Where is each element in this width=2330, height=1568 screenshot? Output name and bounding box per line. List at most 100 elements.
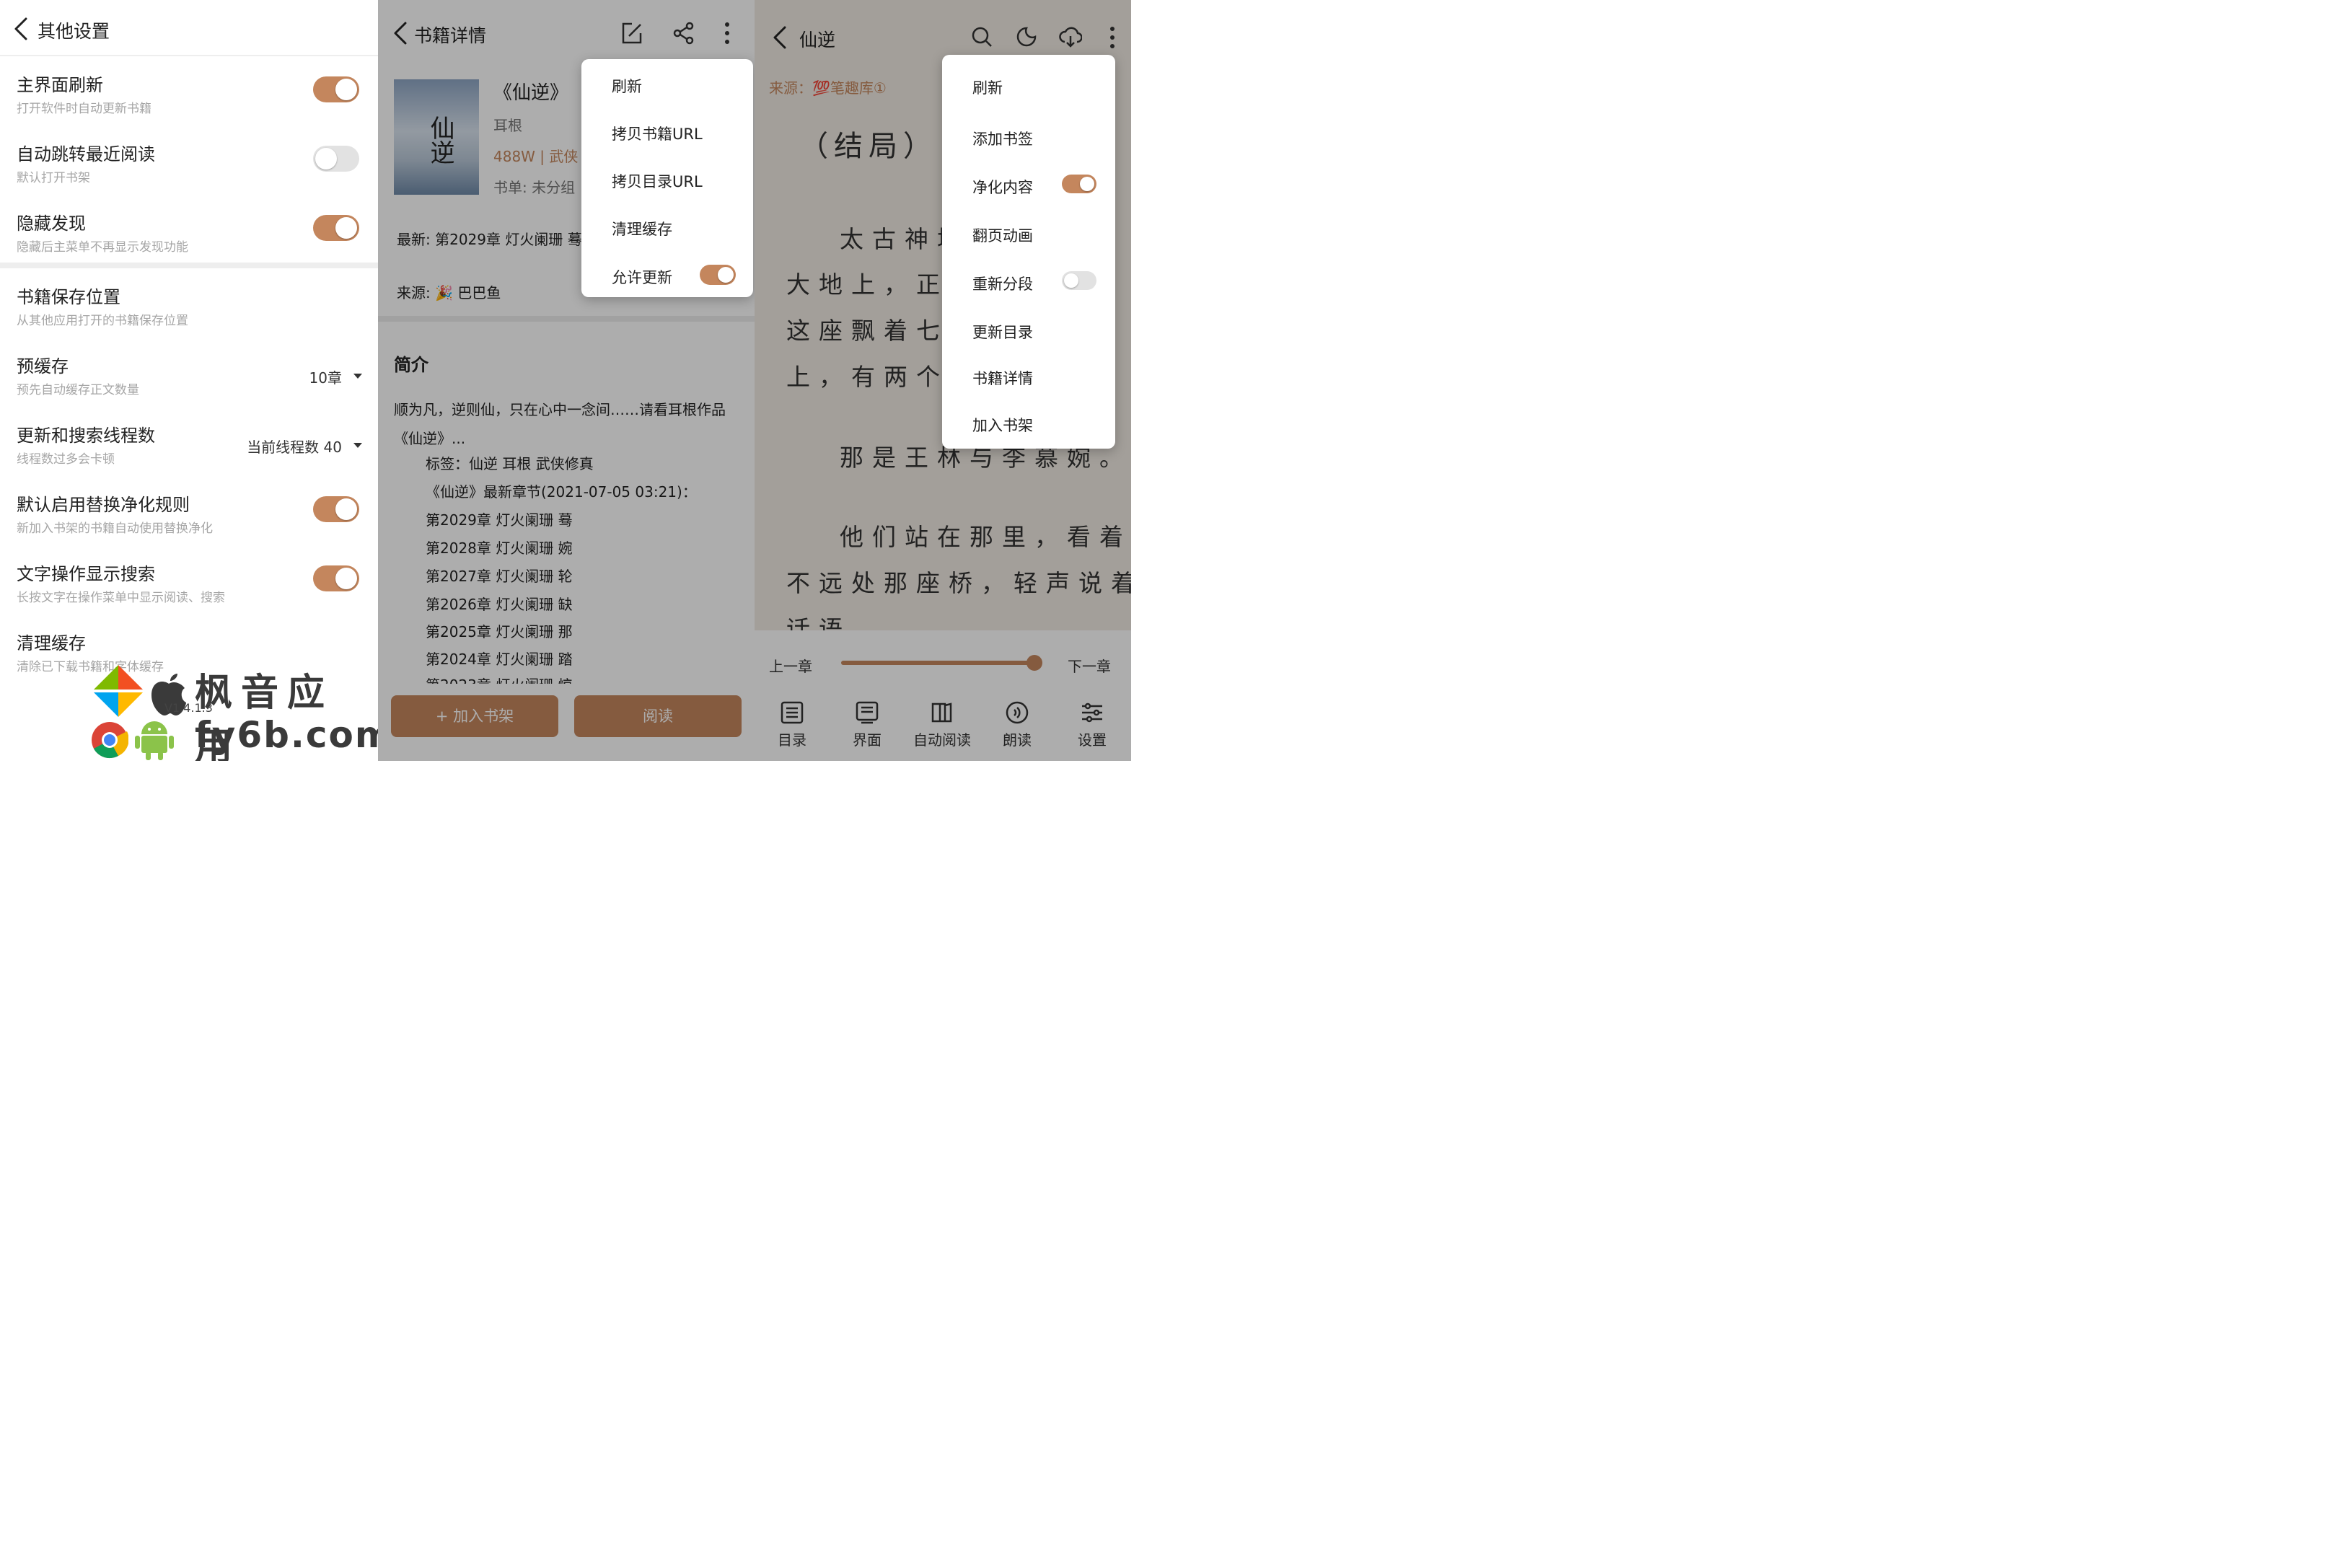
menu-item-page-animation[interactable]: 翻页动画 xyxy=(972,224,1033,246)
tab-label: 界面 xyxy=(853,731,882,749)
menu-item-resegment[interactable]: 重新分段 xyxy=(972,273,1033,294)
menu-item-refresh[interactable]: 刷新 xyxy=(972,76,1003,98)
book-menu: 刷新 拷贝书籍URL 拷贝目录URL 清理缓存 允许更新 xyxy=(581,59,753,297)
slider-handle[interactable] xyxy=(1026,655,1042,671)
tab-label: 设置 xyxy=(1078,731,1107,749)
setting-subtitle: 长按文字在操作菜单中显示阅读、搜索 xyxy=(17,591,225,605)
book-title: 仙逆 xyxy=(799,30,836,50)
book-author[interactable]: 耳根 xyxy=(493,114,522,135)
intro-line: 《仙逆》最新章节(2021-07-05 03:21)： xyxy=(426,483,697,501)
setting-title: 书籍保存位置 xyxy=(17,287,120,307)
back-arrow-icon[interactable] xyxy=(13,17,29,40)
menu-item-book-detail[interactable]: 书籍详情 xyxy=(972,367,1033,389)
more-vert-icon[interactable] xyxy=(1108,26,1117,49)
chrome-logo-icon xyxy=(91,721,128,759)
read-aloud-icon xyxy=(980,701,1055,724)
menu-item-copy-book-url[interactable]: 拷贝书籍URL xyxy=(612,123,703,144)
tab-label: 自动阅读 xyxy=(913,731,971,749)
intro-line: 第2023章 灯火阑珊 惊 xyxy=(426,674,573,684)
setting-subtitle: 新加入书架的书籍自动使用替换净化 xyxy=(17,521,213,536)
reader-bottom-bar: 上一章 下一章 目录 界面 自动阅读 朗读 设置 xyxy=(755,630,1131,761)
thread-count-value[interactable]: 当前线程数 40 xyxy=(247,436,342,457)
tab-interface[interactable]: 界面 xyxy=(830,701,905,749)
watermark-version: V1.4.1.3 xyxy=(164,701,213,715)
content-line: 话语。 xyxy=(786,615,884,630)
search-icon[interactable] xyxy=(971,26,993,48)
content-line: 这座飘着七 xyxy=(786,317,949,345)
page-title: 其他设置 xyxy=(38,21,110,42)
setting-title: 默认启用替换净化规则 xyxy=(17,495,190,515)
cloud-download-icon[interactable] xyxy=(1059,26,1082,48)
setting-subtitle: 预先自动缓存正文数量 xyxy=(17,383,139,397)
setting-title: 文字操作显示搜索 xyxy=(17,564,155,584)
night-mode-icon[interactable] xyxy=(1016,26,1037,48)
back-arrow-icon[interactable] xyxy=(772,26,788,49)
setting-thread-count[interactable]: 更新和搜索线程数 线程数过多会卡顿 当前线程数 40 xyxy=(0,407,378,476)
text-search-toggle[interactable] xyxy=(313,565,359,591)
tab-label: 目录 xyxy=(778,731,806,749)
tab-read-aloud[interactable]: 朗读 xyxy=(980,701,1055,749)
hide-discover-toggle[interactable] xyxy=(313,215,359,241)
setting-hide-discover[interactable]: 隐藏发现 隐藏后主菜单不再显示发现功能 xyxy=(0,195,378,264)
setting-pre-cache[interactable]: 预缓存 预先自动缓存正文数量 10章 xyxy=(0,338,378,407)
replace-rules-toggle[interactable] xyxy=(313,496,359,522)
menu-item-copy-toc-url[interactable]: 拷贝目录URL xyxy=(612,170,703,192)
menu-item-allow-update[interactable]: 允许更新 xyxy=(612,266,672,288)
chapter-title: （结局） xyxy=(799,130,938,163)
setting-save-location[interactable]: 书籍保存位置 从其他应用打开的书籍保存位置 xyxy=(0,268,378,338)
book-latest-chapter[interactable]: 最新: 第2029章 灯火阑珊 蓦 xyxy=(397,228,582,249)
menu-item-clear-cache[interactable]: 清理缓存 xyxy=(612,218,672,239)
interface-icon xyxy=(830,701,905,724)
next-chapter-button[interactable]: 下一章 xyxy=(1068,655,1111,676)
book-cover[interactable]: 仙逆 xyxy=(394,79,479,195)
tab-label: 朗读 xyxy=(1003,731,1032,749)
prev-chapter-button[interactable]: 上一章 xyxy=(769,655,812,676)
page-title: 书籍详情 xyxy=(414,25,487,46)
book-shelf-group[interactable]: 书单: 未分组 xyxy=(493,176,575,197)
setting-text-search[interactable]: 文字操作显示搜索 长按文字在操作菜单中显示阅读、搜索 xyxy=(0,545,378,615)
cover-title: 仙逆 xyxy=(426,115,454,164)
intro-line: 第2026章 灯火阑珊 缺 xyxy=(426,596,573,613)
setting-subtitle: 打开软件时自动更新书籍 xyxy=(17,102,151,116)
menu-item-add-shelf[interactable]: 加入书架 xyxy=(972,414,1033,436)
tab-auto-read[interactable]: 自动阅读 xyxy=(905,701,980,749)
dropdown-caret-icon[interactable] xyxy=(353,443,362,448)
allow-update-toggle[interactable] xyxy=(700,265,736,285)
intro-line: 第2028章 灯火阑珊 婉 xyxy=(426,539,573,557)
main-refresh-toggle[interactable] xyxy=(313,76,359,102)
intro-line: 第2024章 灯火阑珊 踏 xyxy=(426,651,573,668)
book-detail-panel: 书籍详情 仙逆 《仙逆》 耳根 488W | 武侠 书单: 未分组 最新: 第2… xyxy=(378,0,755,761)
read-button[interactable]: 阅读 xyxy=(574,695,742,737)
back-arrow-icon[interactable] xyxy=(392,22,408,45)
share-icon[interactable] xyxy=(672,22,695,45)
tab-settings[interactable]: 设置 xyxy=(1055,701,1130,749)
settings-panel: 其他设置 主界面刷新 打开软件时自动更新书籍 自动跳转最近阅读 默认打开书架 隐… xyxy=(0,0,378,761)
chapter-progress-slider[interactable] xyxy=(841,661,1040,665)
dropdown-caret-icon[interactable] xyxy=(353,374,362,379)
edit-icon[interactable] xyxy=(620,22,643,45)
setting-replace-rules[interactable]: 默认启用替换净化规则 新加入书架的书籍自动使用替换净化 xyxy=(0,476,378,545)
setting-subtitle: 从其他应用打开的书籍保存位置 xyxy=(17,314,188,328)
setting-main-refresh[interactable]: 主界面刷新 打开软件时自动更新书籍 xyxy=(0,56,378,125)
add-to-shelf-button[interactable]: + 加入书架 xyxy=(391,695,558,737)
setting-subtitle: 默认打开书架 xyxy=(17,171,90,185)
source-name: 巴巴鱼 xyxy=(457,284,501,301)
section-divider xyxy=(378,316,755,322)
pre-cache-value[interactable]: 10章 xyxy=(309,366,342,387)
menu-item-add-bookmark[interactable]: 添加书签 xyxy=(972,128,1033,149)
tab-toc[interactable]: 目录 xyxy=(755,701,830,749)
setting-auto-jump[interactable]: 自动跳转最近阅读 默认打开书架 xyxy=(0,125,378,195)
setting-title: 更新和搜索线程数 xyxy=(17,426,155,446)
section-divider xyxy=(0,263,378,268)
more-vert-icon[interactable] xyxy=(723,22,731,45)
auto-jump-toggle[interactable] xyxy=(313,146,359,172)
setting-subtitle: 隐藏后主菜单不再显示发现功能 xyxy=(17,240,188,255)
menu-item-update-toc[interactable]: 更新目录 xyxy=(972,321,1033,343)
menu-item-refresh[interactable]: 刷新 xyxy=(612,75,642,97)
resegment-toggle[interactable] xyxy=(1062,271,1096,290)
book-word-count: 488W | 武侠 xyxy=(493,148,579,165)
book-source[interactable]: 来源: 🎉 巴巴鱼 xyxy=(397,281,501,302)
chapter-source[interactable]: 来源：💯笔趣库① xyxy=(769,76,887,97)
menu-item-purify[interactable]: 净化内容 xyxy=(972,176,1033,198)
purify-toggle[interactable] xyxy=(1062,175,1096,193)
